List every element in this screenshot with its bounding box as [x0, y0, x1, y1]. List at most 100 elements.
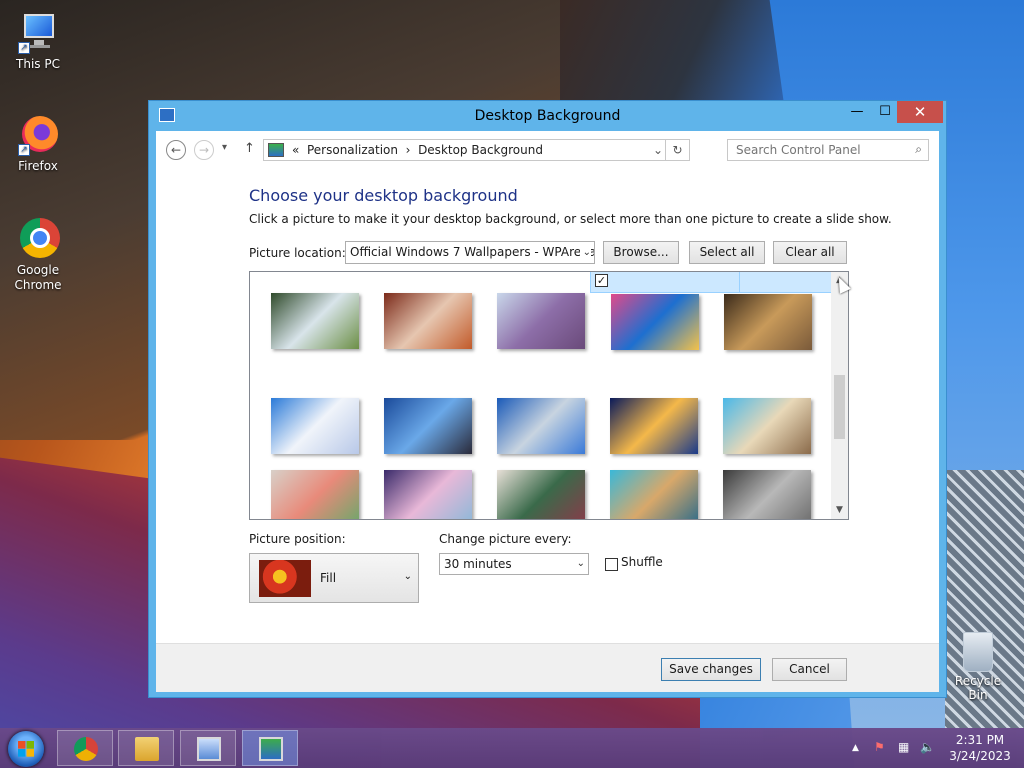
wallpaper-image	[271, 398, 359, 454]
taskbar-remote-desktop[interactable]	[180, 730, 236, 766]
wallpaper-image	[497, 293, 585, 349]
control-panel-icon	[259, 737, 283, 761]
window-client-area: ← → ▾ ↑ « Personalization › Desktop Back…	[156, 131, 939, 692]
breadcrumb-personalization[interactable]: Personalization	[307, 143, 398, 157]
shuffle-label[interactable]: Shuffle	[621, 555, 663, 569]
wallpaper-image	[610, 398, 698, 454]
wallpaper-thumbnail[interactable]	[251, 376, 359, 480]
taskbar-file-explorer[interactable]	[118, 730, 174, 766]
picture-position-preview	[259, 560, 311, 597]
wallpaper-grid: ✓✓ ▲ ▼	[249, 271, 849, 520]
window-title: Desktop Background	[474, 108, 621, 124]
wallpaper-thumbnail[interactable]	[477, 376, 585, 480]
desktop-icon-firefox[interactable]: ↗ Firefox	[4, 112, 72, 174]
scroll-down-button[interactable]: ▼	[831, 502, 848, 519]
up-button[interactable]: ↑	[244, 141, 255, 156]
picture-position-select[interactable]: Fill ⌄	[249, 553, 419, 603]
wallpaper-image	[271, 293, 359, 349]
desktop-icon-this-pc[interactable]: ↗ This PC	[4, 10, 72, 72]
taskbar-control-panel[interactable]	[242, 730, 298, 766]
desktop-icon-label: Firefox	[18, 159, 58, 173]
search-box: ⌕	[727, 139, 929, 161]
breadcrumb-desktop-background[interactable]: Desktop Background	[418, 143, 543, 157]
maximize-button[interactable]: ☐	[870, 101, 900, 123]
forward-button[interactable]: →	[194, 140, 214, 160]
cancel-button[interactable]: Cancel	[772, 658, 847, 681]
wallpaper-thumbnail[interactable]	[477, 272, 585, 375]
breadcrumb-separator: ›	[405, 143, 411, 157]
volume-icon[interactable]: 🔈	[920, 740, 935, 754]
folder-icon	[135, 737, 159, 761]
grid-scrollbar[interactable]: ▲ ▼	[831, 272, 848, 519]
picture-position-value: Fill	[320, 571, 337, 585]
desktop-icon-label: Recycle Bin	[954, 674, 1002, 702]
page-title: Choose your desktop background	[249, 186, 518, 205]
clear-all-button[interactable]: Clear all	[773, 241, 847, 264]
wallpaper-image	[497, 398, 585, 454]
chrome-icon	[16, 216, 60, 260]
windows-logo-icon	[18, 741, 34, 757]
recycle-bin-icon	[963, 632, 993, 672]
wallpaper-thumbnail[interactable]	[364, 376, 472, 480]
back-button[interactable]: ←	[166, 140, 186, 160]
clock-date: 3/24/2023	[949, 749, 1011, 763]
action-center-icon[interactable]: ⚑	[874, 740, 885, 754]
desktop-icon-label: This PC	[16, 57, 60, 71]
browse-button[interactable]: Browse...	[603, 241, 679, 264]
chevron-down-icon: ⌄	[579, 242, 591, 263]
wallpaper-thumbnail[interactable]	[364, 272, 472, 375]
search-icon[interactable]: ⌕	[915, 142, 922, 157]
thumbnail-checkbox[interactable]: ✓	[595, 274, 608, 287]
desktop-icon-recycle-bin[interactable]: Recycle Bin	[946, 632, 1010, 702]
breadcrumb-overflow[interactable]: «	[292, 143, 299, 157]
navigation-bar: ← → ▾ ↑ « Personalization › Desktop Back…	[156, 131, 939, 171]
wallpaper-image	[611, 294, 699, 350]
this-pc-icon: ↗	[16, 10, 60, 54]
dialog-footer: Save changes Cancel	[156, 643, 939, 692]
desktop-icon-chrome[interactable]: Google Chrome	[4, 216, 72, 293]
change-picture-label: Change picture every:	[439, 532, 572, 546]
address-bar[interactable]: « Personalization › Desktop Background ⌄…	[263, 139, 690, 161]
taskbar-chrome[interactable]	[57, 730, 113, 766]
wallpaper-thumbnail[interactable]	[703, 376, 811, 480]
title-bar[interactable]: Desktop Background — ☐ ✕	[149, 101, 946, 131]
clock[interactable]: 2:31 PM 3/24/2023	[942, 732, 1018, 764]
wallpaper-thumbnail[interactable]: ✓	[590, 272, 740, 350]
computer-icon	[197, 737, 221, 761]
shortcut-arrow-icon: ↗	[18, 42, 30, 54]
recent-pages-button[interactable]: ▾	[222, 142, 227, 153]
select-all-button[interactable]: Select all	[689, 241, 765, 264]
page-description: Click a picture to make it your desktop …	[249, 212, 892, 226]
minimize-button[interactable]: —	[842, 101, 872, 123]
search-input[interactable]	[728, 140, 903, 160]
save-changes-button[interactable]: Save changes	[661, 658, 761, 681]
desktop-background-window: Desktop Background — ☐ ✕ ← → ▾ ↑ « Perso…	[148, 100, 947, 698]
control-panel-icon	[268, 143, 284, 157]
picture-position-label: Picture position:	[249, 532, 346, 546]
clock-time: 2:31 PM	[955, 733, 1005, 747]
shortcut-arrow-icon: ↗	[18, 144, 30, 156]
wallpaper-thumbnail[interactable]	[590, 376, 698, 480]
chrome-icon	[74, 737, 98, 761]
picture-location-select[interactable]: Official Windows 7 Wallpapers - WPArena_…	[345, 241, 595, 264]
close-button[interactable]: ✕	[897, 101, 943, 123]
wallpaper-image	[723, 398, 811, 454]
start-button[interactable]	[8, 731, 44, 767]
picture-location-value: Official Windows 7 Wallpapers - WPArena_	[350, 245, 595, 259]
change-picture-value: 30 minutes	[444, 557, 512, 571]
taskbar: ▲ ⚑ ▦ 🔈 2:31 PM 3/24/2023	[0, 728, 1024, 768]
wallpaper-image	[724, 294, 812, 350]
refresh-button[interactable]: ↻	[665, 140, 689, 160]
shuffle-checkbox[interactable]	[605, 558, 618, 571]
address-dropdown-icon[interactable]: ⌄	[653, 140, 663, 160]
wallpaper-image	[384, 293, 472, 349]
change-picture-select[interactable]: 30 minutes ⌄	[439, 553, 589, 575]
breadcrumb: « Personalization › Desktop Background	[292, 140, 543, 160]
firefox-icon: ↗	[16, 112, 60, 156]
chevron-down-icon: ⌄	[573, 554, 585, 574]
show-hidden-icons-button[interactable]: ▲	[852, 743, 859, 753]
picture-location-label: Picture location:	[249, 246, 346, 260]
scrollbar-thumb[interactable]	[834, 375, 845, 439]
network-icon[interactable]: ▦	[898, 740, 909, 754]
wallpaper-thumbnail[interactable]	[251, 272, 359, 375]
